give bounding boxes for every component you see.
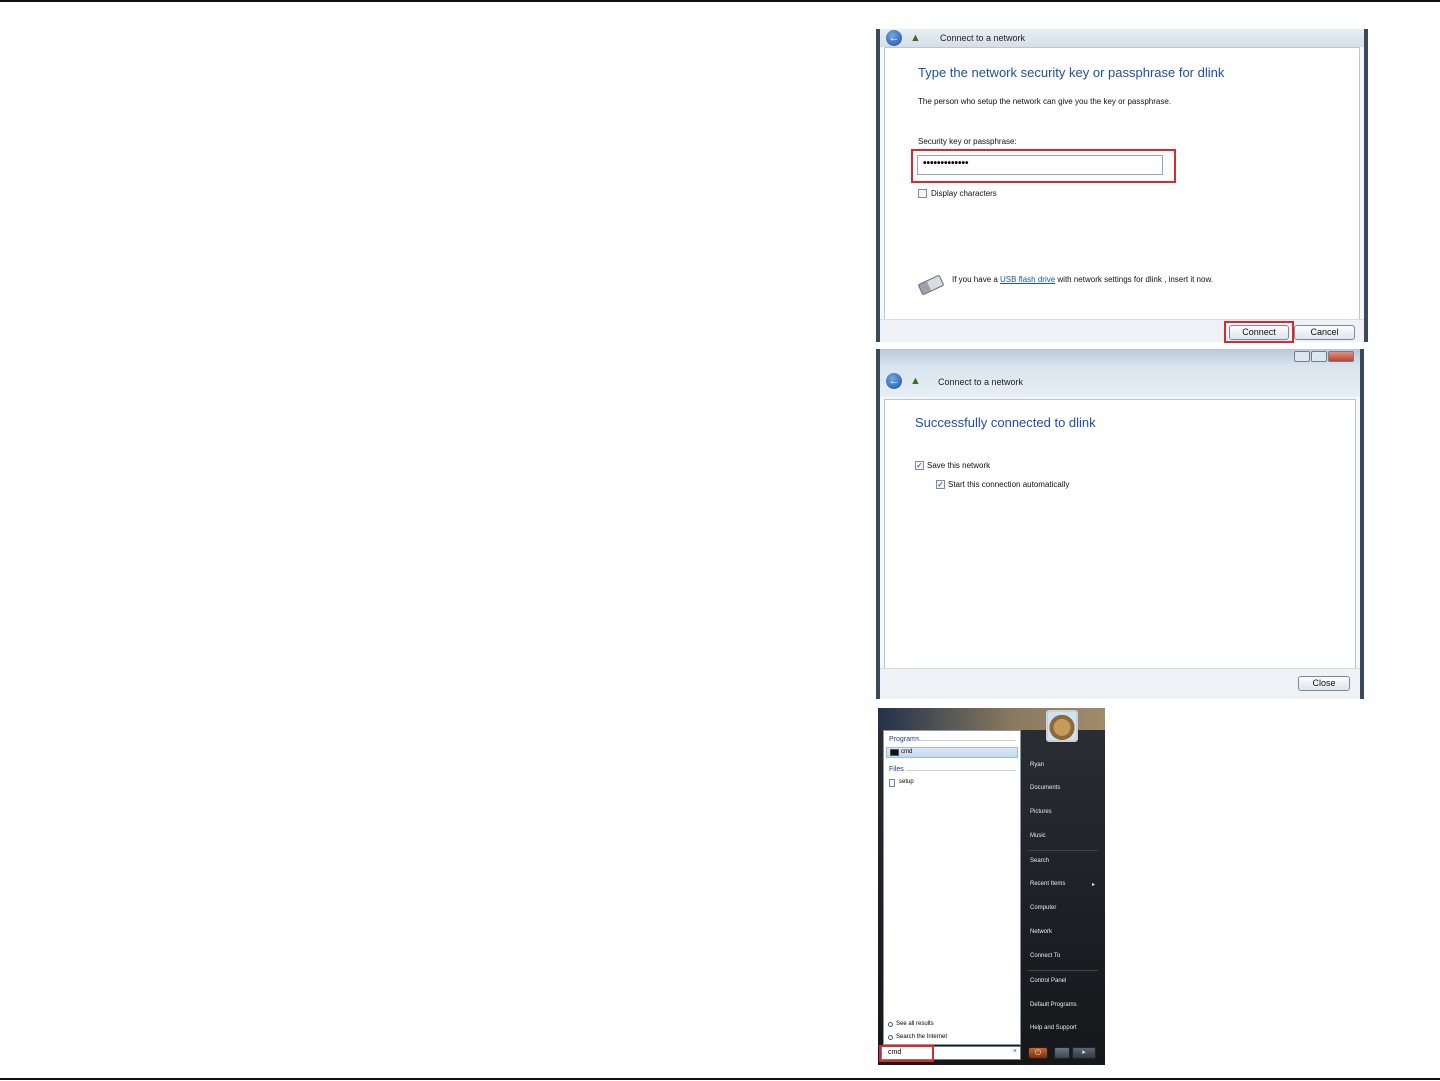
dialog-content: Successfully connected to dlink ✓ Save t… bbox=[884, 399, 1356, 669]
back-arrow-icon[interactable]: ← bbox=[886, 30, 902, 46]
dialog-titlebar: ← ▲ Connect to a network bbox=[880, 29, 1364, 47]
file-result-label: setup bbox=[899, 779, 914, 785]
auto-start-label: Start this connection automatically bbox=[948, 480, 1070, 489]
right-item-recent-items[interactable]: Recent Items bbox=[1030, 881, 1065, 887]
dialog-heading: Successfully connected to dlink bbox=[915, 415, 1096, 430]
power-icon[interactable]: ⏻ bbox=[1028, 1047, 1048, 1059]
programs-group-label: Programs bbox=[889, 736, 920, 743]
files-group-label: Files bbox=[889, 766, 904, 773]
dialog-title: Connect to a network bbox=[940, 33, 1026, 43]
usb-drive-icon bbox=[917, 274, 945, 296]
save-network-checkbox[interactable]: ✓ bbox=[915, 461, 924, 470]
close-window-button[interactable] bbox=[1328, 351, 1354, 362]
security-key-input[interactable]: ••••••••••••• bbox=[917, 155, 1163, 175]
security-key-label: Security key or passphrase: bbox=[918, 137, 1017, 146]
dialog-footer: Connect Cancel bbox=[880, 319, 1364, 343]
cancel-button[interactable]: Cancel bbox=[1294, 325, 1355, 340]
dialog-heading: Type the network security key or passphr… bbox=[918, 65, 1225, 80]
network-icon: ▲ bbox=[910, 32, 921, 44]
search-internet-label: Search the Internet bbox=[896, 1034, 948, 1040]
right-item-default-programs[interactable]: Default Programs bbox=[1030, 1002, 1077, 1008]
start-menu: Programs cmd Files setup See all results… bbox=[878, 708, 1105, 1065]
lock-icon[interactable] bbox=[1054, 1047, 1070, 1059]
program-result-label: cmd bbox=[901, 749, 913, 755]
display-characters-label: Display characters bbox=[931, 189, 997, 198]
maximize-button[interactable] bbox=[1311, 351, 1327, 362]
bottom-rule bbox=[0, 1078, 1440, 1080]
display-characters-checkbox[interactable] bbox=[918, 189, 927, 198]
search-highlight-box bbox=[879, 1045, 934, 1062]
search-icon bbox=[888, 1022, 893, 1027]
dialog-content: Type the network security key or passphr… bbox=[884, 47, 1360, 320]
clear-search-icon[interactable]: × bbox=[1013, 1048, 1017, 1055]
right-item-network[interactable]: Network bbox=[1030, 929, 1052, 935]
shutdown-options-icon[interactable]: ▸ bbox=[1072, 1047, 1096, 1059]
right-item-user[interactable]: Ryan bbox=[1030, 762, 1044, 768]
group-divider bbox=[906, 770, 1016, 771]
minimize-button[interactable] bbox=[1294, 351, 1310, 362]
submenu-arrow-icon: ▸ bbox=[1092, 882, 1096, 888]
right-item-documents[interactable]: Documents bbox=[1030, 785, 1060, 791]
usb-flash-drive-link[interactable]: USB flash drive bbox=[1000, 275, 1055, 284]
dialog-footer: Close bbox=[880, 668, 1360, 699]
program-result-row[interactable]: cmd bbox=[886, 747, 1018, 758]
cmd-icon bbox=[890, 749, 899, 756]
user-avatar[interactable] bbox=[1046, 710, 1078, 742]
menu-separator bbox=[1028, 850, 1098, 851]
save-network-label: Save this network bbox=[927, 461, 991, 470]
instruction-text: The person who setup the network can giv… bbox=[918, 97, 1172, 106]
right-item-control-panel[interactable]: Control Panel bbox=[1030, 978, 1066, 984]
search-icon bbox=[888, 1035, 893, 1040]
dialog-titlebar: ← ▲ Connect to a network bbox=[880, 349, 1360, 397]
window-controls bbox=[1294, 351, 1354, 362]
network-icon: ▲ bbox=[910, 375, 921, 387]
usb-instruction: If you have a USB flash drive with netwo… bbox=[952, 275, 1213, 284]
connection-success-dialog: ← ▲ Connect to a network Successfully co… bbox=[876, 349, 1364, 699]
see-all-results-label: See all results bbox=[896, 1021, 934, 1027]
connect-network-dialog: ← ▲ Connect to a network Type the networ… bbox=[876, 29, 1368, 343]
right-item-help-support[interactable]: Help and Support bbox=[1030, 1025, 1077, 1031]
connect-button[interactable]: Connect bbox=[1229, 325, 1289, 340]
right-item-pictures[interactable]: Pictures bbox=[1030, 809, 1052, 815]
menu-separator bbox=[1028, 970, 1098, 971]
right-item-music[interactable]: Music bbox=[1030, 833, 1046, 839]
usb-text-after: with network settings for dlink , insert… bbox=[1055, 275, 1214, 284]
search-results-pane: Programs cmd Files setup See all results… bbox=[883, 730, 1021, 1045]
auto-start-checkbox[interactable]: ✓ bbox=[936, 480, 945, 489]
close-button[interactable]: Close bbox=[1298, 676, 1350, 691]
see-all-results-link[interactable]: See all results bbox=[888, 1020, 968, 1029]
back-arrow-icon[interactable]: ← bbox=[886, 373, 902, 389]
right-item-computer[interactable]: Computer bbox=[1030, 905, 1056, 911]
usb-text-before: If you have a bbox=[952, 275, 1001, 284]
top-rule bbox=[0, 0, 1440, 2]
file-icon bbox=[889, 779, 895, 787]
right-item-connect-to[interactable]: Connect To bbox=[1030, 953, 1060, 959]
dialog-title: Connect to a network bbox=[938, 377, 1024, 387]
file-result-row[interactable]: setup bbox=[887, 778, 1017, 788]
group-divider bbox=[916, 740, 1016, 741]
search-internet-link[interactable]: Search the Internet bbox=[888, 1033, 978, 1042]
right-item-search[interactable]: Search bbox=[1030, 858, 1049, 864]
